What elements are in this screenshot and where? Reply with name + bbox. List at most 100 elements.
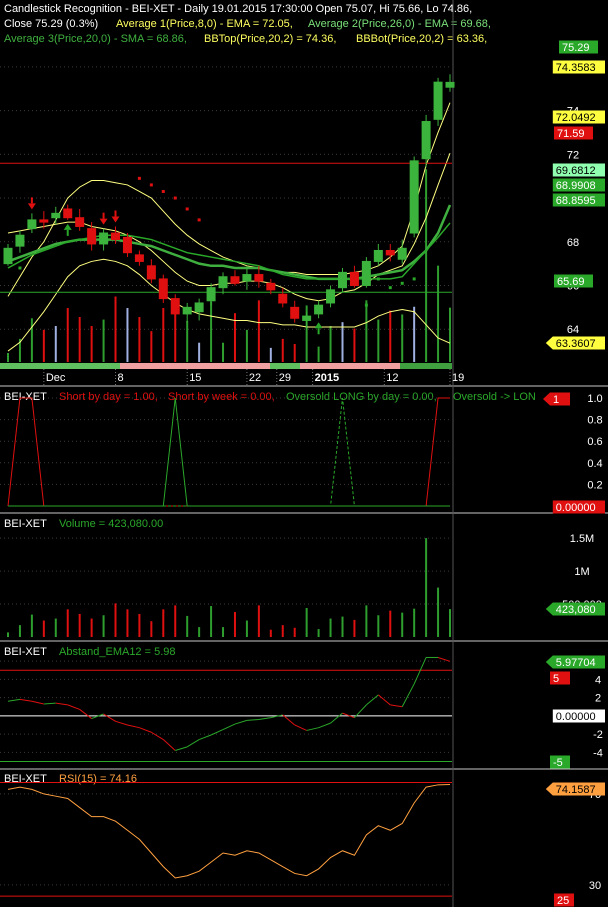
abstand-y-tick: 2 — [595, 693, 601, 705]
header-bbbot: BBBot(Price,20,2) = 63.36, — [356, 33, 487, 45]
x-axis-label: 29 — [279, 372, 291, 384]
abstand-line-segment — [19, 698, 32, 702]
candle-body — [15, 234, 25, 247]
volume-y-tick: 1M — [574, 566, 589, 578]
candle-body — [194, 302, 204, 313]
abstand-line-segment — [258, 717, 271, 720]
abstand-line-segment — [175, 746, 188, 751]
abstand-line-segment — [67, 704, 80, 710]
x-axis-label: Dec — [46, 372, 66, 384]
abstand-line-segment — [246, 718, 259, 721]
abstand-line-segment — [186, 739, 200, 748]
signals-series-d: Oversold -> LON — [453, 391, 536, 403]
abstand-line-segment — [282, 714, 296, 726]
volume-y-tick: 1.5M — [570, 533, 594, 545]
candle-body — [314, 304, 324, 315]
x-axis-label: 12 — [386, 372, 398, 384]
abstand-line-segment — [162, 739, 176, 751]
bearish-pattern-arrow — [111, 216, 120, 223]
bearish-pattern-arrow — [27, 203, 36, 210]
abstand-line-segment — [401, 683, 415, 707]
header-close: Close 75.29 (0.3%) — [4, 18, 98, 30]
abstand-line-segment — [306, 727, 319, 731]
rsi-y-tick: 30 — [589, 880, 601, 892]
badge-rsi-value: 74.1587 — [556, 784, 596, 796]
candle-body — [87, 228, 97, 245]
badge-bbtop: 74.3583 — [556, 62, 596, 74]
chart-canvas[interactable]: Candlestick Recognition - BEI-XET - Dail… — [0, 0, 608, 907]
signals-series-a: Short by day = 1.00, — [59, 391, 158, 403]
candle-body — [122, 236, 132, 254]
candle-body — [445, 81, 455, 88]
badge-sma2: 68.8595 — [556, 195, 596, 207]
candle-body — [146, 265, 156, 280]
candle-body — [278, 293, 288, 304]
signals-y-tick: 1.0 — [587, 393, 602, 405]
abstand-line-segment — [55, 702, 68, 706]
candle-body — [290, 306, 300, 319]
candle-body — [266, 282, 276, 291]
candle-body — [373, 250, 383, 262]
candle-body — [302, 315, 312, 321]
signals-y-tick: 0.2 — [587, 479, 602, 491]
badge-abstand-value: 5.97704 — [556, 657, 596, 669]
abstand-line-segment — [222, 723, 236, 730]
candle-body — [51, 212, 61, 219]
candle-body — [421, 121, 431, 160]
abstand-line-segment — [139, 727, 152, 733]
rsi-series: RSI(15) = 74.16 — [59, 773, 137, 785]
abstand-y-tick: -2 — [593, 729, 603, 741]
badge-signals-bottom: 0.00000 — [556, 502, 596, 514]
signals-y-tick: 0.8 — [587, 415, 602, 427]
chart-window: Candlestick Recognition - BEI-XET - Dail… — [0, 0, 608, 907]
volume-series: Volume = 423,080.00 — [59, 518, 163, 530]
volume-title: BEI-XET — [4, 518, 47, 530]
signals-series-c: Oversold LONG by day = 0.00, — [286, 391, 437, 403]
candle-body — [242, 274, 252, 282]
abstand-line-segment — [378, 694, 391, 706]
abstand-y-tick: 4 — [595, 674, 601, 686]
header-bbtop: BBTop(Price,20,2) = 74.36, — [204, 33, 336, 45]
candle-body — [433, 81, 443, 120]
candle-body — [99, 232, 109, 245]
signal-dot — [185, 207, 189, 211]
header-ema26: Average 2(Price,26,0) - EMA = 69.68, — [308, 18, 491, 30]
signal-dot — [149, 183, 153, 187]
x-axis-label: 22 — [249, 372, 261, 384]
abstand-line-segment — [210, 729, 224, 736]
badge-bbbot: 63.3607 — [556, 338, 596, 350]
badge-ema26: 69.6812 — [556, 165, 596, 177]
header-sma: Average 3(Price,20,0) - SMA = 68.86, — [4, 33, 187, 45]
badge-signals-top: 1 — [553, 394, 559, 406]
candle-body — [63, 208, 73, 219]
badge-abstand-upper: 5 — [553, 673, 559, 685]
signal-dot — [364, 303, 368, 307]
candle-body — [361, 260, 371, 286]
short-by-week-line — [8, 397, 450, 507]
abstand-line-segment — [294, 724, 307, 731]
abstand-title: BEI-XET — [4, 646, 47, 658]
abstand-line-segment — [31, 700, 44, 705]
time-band-end — [400, 363, 452, 369]
signal-dot — [388, 286, 392, 290]
candle-body — [230, 276, 240, 284]
candle-body — [218, 276, 228, 289]
signal-dot — [18, 266, 22, 270]
candle-body — [397, 247, 407, 260]
abstand-y-tick: -4 — [593, 747, 603, 759]
candle-body — [158, 278, 168, 300]
badge-ema8: 72.0492 — [556, 112, 596, 124]
abstand-line-segment — [103, 713, 116, 722]
candle-body — [337, 271, 347, 289]
short-by-day-line — [7, 397, 450, 507]
price-y-tick: 68 — [567, 237, 579, 249]
candle-body — [75, 217, 85, 227]
time-band-pink — [120, 363, 270, 369]
abstand-line-segment — [7, 698, 21, 702]
bearish-pattern-arrow — [99, 218, 108, 225]
signal-dot — [412, 277, 416, 281]
abstand-line-segment — [127, 724, 140, 729]
oversold-long-line — [8, 397, 450, 507]
abstand-line-segment — [115, 720, 128, 726]
signals-title: BEI-XET — [4, 391, 47, 403]
